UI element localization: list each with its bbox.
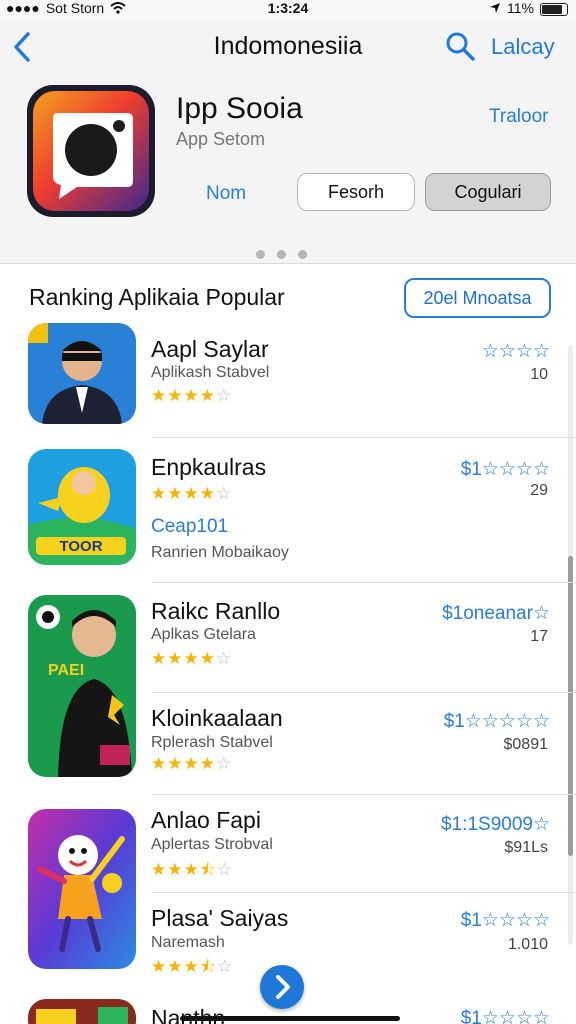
app-count: 1.010 [507, 936, 548, 953]
app-rating: ★★★⯪☆ [151, 860, 234, 879]
list-item[interactable]: Anlao Fapi Aplertas Strobval ★★★⯪☆ $1:1S… [0, 795, 576, 969]
app-rating: ★★★★☆ [151, 484, 233, 503]
battery-icon [540, 2, 568, 16]
app-rating: ★★★★☆ [151, 386, 233, 405]
app-rating: ★★★★☆ [151, 754, 233, 773]
app-price[interactable]: ☆☆☆☆ [482, 340, 550, 363]
chevron-right-icon [276, 975, 290, 999]
app-count: $0891 [503, 736, 549, 753]
fesorh-button[interactable]: Fesorh [297, 173, 415, 211]
page-title: Indomonesiia [213, 32, 363, 60]
location-icon [490, 3, 501, 13]
app-subtitle: Aplkas Gtelara [151, 626, 256, 643]
app-price[interactable]: $1:1S9009☆ [441, 813, 550, 836]
app-price[interactable]: $1oneanar☆ [442, 602, 550, 625]
list-item[interactable]: PAEI Raikc Ranllo Aplkas Gtelara ★★★★☆ $… [0, 583, 576, 777]
app-title: Kloinkaalaan [151, 705, 283, 731]
app-subtitle: Ranrien Mobaikaoy [151, 544, 289, 561]
section-title: Ranking Aplikaia Popular [29, 284, 285, 310]
app-count: 17 [530, 628, 548, 645]
app-title: Aapl Saylar [151, 336, 269, 362]
featured-left-link[interactable]: Nom [206, 183, 246, 205]
nav-right-link[interactable]: Lalcay [491, 34, 555, 60]
svg-text:TOOR: TOOR [59, 538, 102, 555]
section-more-button[interactable]: 20el Mnoatsa [404, 278, 551, 318]
status-bar: ●●●● Sot Storn 1:3:24 11% [0, 0, 576, 18]
list-item[interactable]: TOOR Enpkaulras ★★★★☆ Ceap101 Ranrien Mo… [0, 438, 576, 583]
app-count: 10 [530, 366, 548, 383]
app-count: $91Ls [504, 839, 548, 856]
list-item[interactable]: Aapl Saylar Aplikash Stabvel ★★★★☆ ☆☆☆☆ … [0, 320, 576, 438]
featured-app-icon[interactable] [27, 85, 155, 217]
app-price[interactable]: $1☆☆☆☆ [461, 909, 550, 932]
featured-app-subtitle: App Setom [176, 129, 266, 149]
featured-top-link[interactable]: Traloor [489, 106, 548, 128]
status-right: 11% [489, 0, 568, 16]
search-icon[interactable] [444, 30, 476, 62]
app-icon[interactable] [28, 999, 136, 1024]
list-item[interactable]: Kloinkaalaan Rplerash Stabvel ★★★★☆ $1☆☆… [0, 693, 576, 795]
app-price[interactable]: $1☆☆☆☆ [461, 1007, 550, 1024]
app-rating: ★★★⯪☆ [151, 957, 234, 976]
app-rating: ★★★★☆ [151, 649, 233, 668]
app-icon[interactable] [28, 323, 136, 424]
page-dot[interactable] [298, 250, 307, 259]
home-indicator[interactable] [180, 1016, 400, 1021]
app-title: Enpkaulras [151, 454, 267, 480]
app-title: Nanthn [151, 1005, 226, 1024]
app-count: 29 [530, 482, 548, 499]
cogulari-button[interactable]: Cogulari [425, 173, 551, 211]
battery-percent: 11% [507, 0, 534, 16]
app-title: Raikc Ranllo [151, 598, 281, 624]
app-extra-link[interactable]: Ceap101 [151, 516, 228, 538]
app-subtitle: Aplikash Stabvel [151, 364, 270, 381]
app-subtitle: Aplertas Strobval [151, 836, 273, 853]
app-price[interactable]: $1☆☆☆☆☆ [444, 710, 550, 733]
scroll-action-button[interactable] [260, 965, 304, 1009]
svg-text:PAEI: PAEI [48, 662, 84, 679]
app-subtitle: Naremash [151, 934, 225, 951]
app-price[interactable]: $1☆☆☆☆ [461, 458, 550, 481]
app-icon[interactable]: TOOR [28, 449, 136, 565]
page-dot[interactable] [256, 250, 265, 259]
app-title: Plasa' Saiyas [151, 905, 289, 931]
app-subtitle: Rplerash Stabvel [151, 734, 273, 751]
featured-app-name: Ipp Sooia [176, 92, 303, 125]
featured-header: Indomonesiia Lalcay Ipp Sooia App Setom … [0, 18, 576, 264]
page-dot[interactable] [277, 250, 286, 259]
app-title: Anlao Fapi [151, 807, 261, 833]
page-dots [256, 250, 307, 259]
